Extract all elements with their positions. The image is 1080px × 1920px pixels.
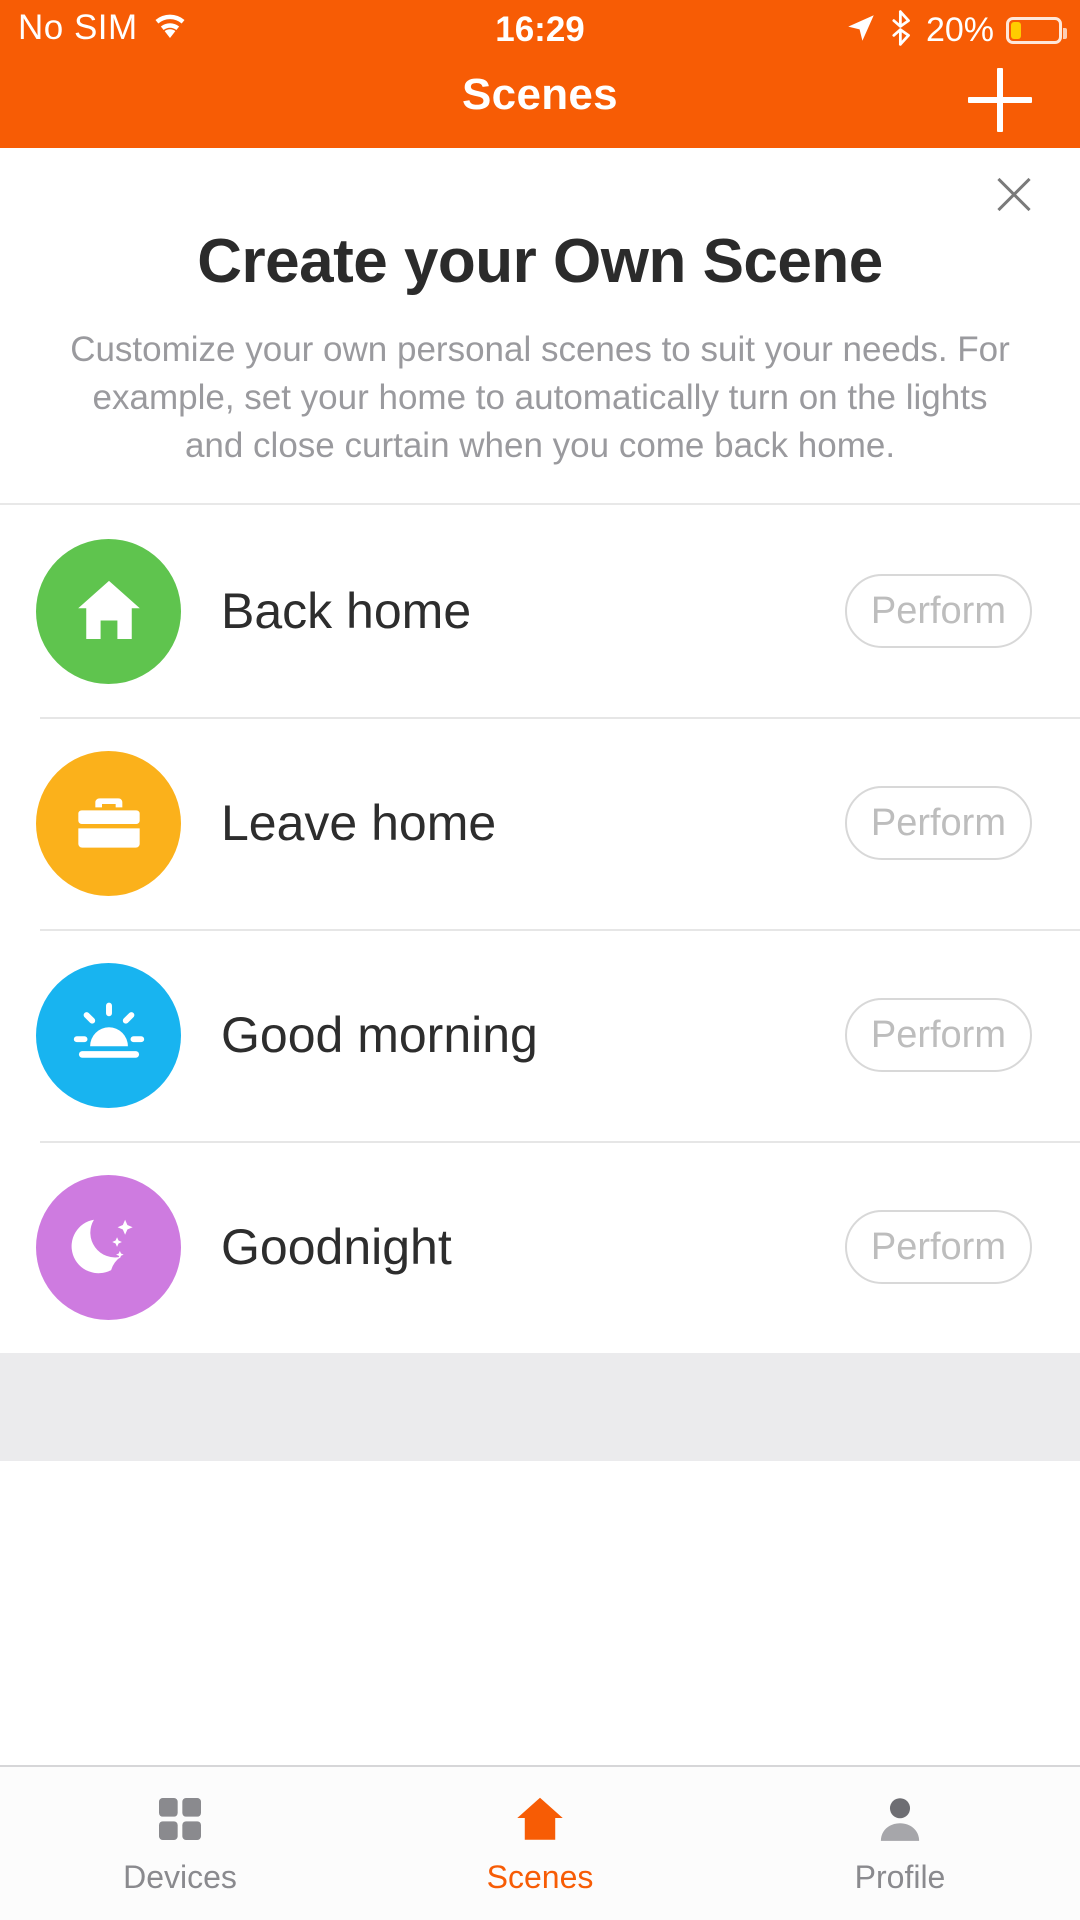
tab-profile[interactable]: Profile bbox=[720, 1766, 1080, 1920]
perform-button[interactable]: Perform bbox=[844, 574, 1032, 648]
person-icon bbox=[872, 1791, 928, 1847]
home-icon bbox=[36, 538, 181, 684]
location-arrow-icon bbox=[844, 11, 878, 50]
tab-devices[interactable]: Devices bbox=[0, 1766, 360, 1920]
grid-icon bbox=[152, 1791, 208, 1847]
perform-button[interactable]: Perform bbox=[844, 786, 1032, 860]
promo-card: Create your Own Scene Customize your own… bbox=[0, 148, 1080, 505]
scene-name: Good morning bbox=[221, 1007, 538, 1063]
battery-percent-label: 20% bbox=[925, 11, 994, 49]
scene-name: Leave home bbox=[221, 795, 497, 851]
tab-scenes[interactable]: Scenes bbox=[360, 1766, 720, 1920]
promo-title: Create your Own Scene bbox=[197, 227, 883, 296]
briefcase-icon bbox=[36, 750, 181, 896]
sunrise-icon bbox=[36, 962, 181, 1108]
perform-button[interactable]: Perform bbox=[844, 1210, 1032, 1284]
app-header: No SIM 16:29 20% Scenes bbox=[0, 0, 1080, 148]
perform-button[interactable]: Perform bbox=[844, 998, 1032, 1072]
list-bottom-spacer bbox=[0, 1353, 1080, 1461]
bluetooth-icon bbox=[890, 10, 914, 51]
home-icon bbox=[511, 1791, 569, 1847]
scene-list: Back home Perform Leave home Perform Goo… bbox=[0, 505, 1080, 1353]
app-screen: No SIM 16:29 20% Scenes Create your Own … bbox=[0, 0, 1080, 1920]
tab-label: Scenes bbox=[486, 1859, 594, 1895]
status-bar-right: 20% bbox=[844, 10, 1067, 51]
moon-stars-icon bbox=[36, 1174, 181, 1320]
scene-row[interactable]: Leave home Perform bbox=[0, 717, 1080, 929]
add-scene-button[interactable] bbox=[968, 68, 1032, 132]
bottom-tab-bar: Devices Scenes Profile bbox=[0, 1765, 1080, 1920]
scene-row[interactable]: Goodnight Perform bbox=[0, 1141, 1080, 1353]
promo-description: Customize your own personal scenes to su… bbox=[70, 330, 1010, 465]
tab-label: Devices bbox=[123, 1859, 237, 1895]
scene-row[interactable]: Good morning Perform bbox=[0, 929, 1080, 1141]
scene-name: Goodnight bbox=[221, 1219, 452, 1275]
scene-row[interactable]: Back home Perform bbox=[0, 505, 1080, 717]
tab-label: Profile bbox=[854, 1859, 946, 1895]
close-icon[interactable] bbox=[990, 170, 1038, 218]
scene-name: Back home bbox=[221, 583, 472, 639]
battery-low-icon bbox=[1006, 17, 1067, 44]
status-bar: No SIM 16:29 20% bbox=[0, 0, 1080, 56]
page-title: Scenes bbox=[462, 70, 618, 119]
